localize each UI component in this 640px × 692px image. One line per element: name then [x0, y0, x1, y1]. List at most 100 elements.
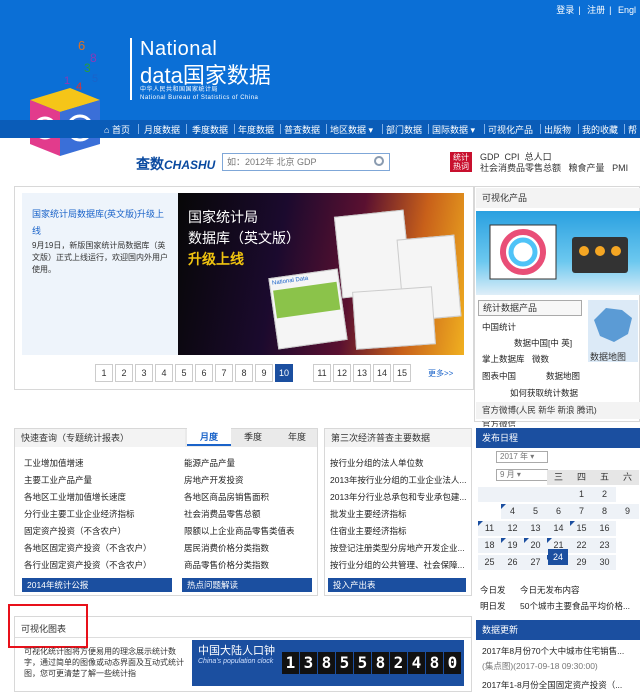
- nav-monthly[interactable]: 月度数据: [144, 123, 180, 136]
- product-link[interactable]: 如何获取统计数据: [510, 387, 578, 399]
- page-button[interactable]: 14: [373, 364, 391, 382]
- search-icon[interactable]: [374, 156, 384, 166]
- calendar-day[interactable]: 23: [593, 538, 616, 553]
- nav-international[interactable]: 国际数据 ▾: [432, 123, 475, 136]
- nav-annual[interactable]: 年度数据: [238, 123, 274, 136]
- product-link[interactable]: 图表中国: [482, 370, 516, 382]
- product-link[interactable]: 微数: [532, 353, 549, 365]
- calendar-day[interactable]: 7: [570, 504, 593, 519]
- viz-products-image[interactable]: [476, 211, 640, 295]
- hot-word[interactable]: 粮食产量: [569, 163, 605, 173]
- calendar-day-marked[interactable]: 11: [478, 521, 501, 536]
- list-item[interactable]: 固定资产投资（不含农户）: [24, 525, 174, 537]
- tab-monthly[interactable]: 月度: [187, 428, 231, 446]
- page-button[interactable]: 5: [175, 364, 193, 382]
- banner-title[interactable]: 国家统计局数据库(英文版)升级上线: [32, 206, 168, 240]
- list-item[interactable]: 2013年分行业总承包和专业承包建...: [330, 491, 468, 503]
- nav-regional[interactable]: 地区数据 ▾: [330, 123, 373, 136]
- page-button[interactable]: 12: [333, 364, 351, 382]
- calendar-day[interactable]: 14: [547, 521, 570, 536]
- list-item[interactable]: 房地产开发投资: [184, 474, 314, 486]
- calendar-day[interactable]: 25: [478, 555, 501, 570]
- calendar-day[interactable]: 29: [570, 555, 593, 570]
- wechat-link[interactable]: 官方微信: [482, 421, 516, 427]
- nav-publications[interactable]: 出版物: [544, 123, 571, 136]
- page-button[interactable]: 9: [255, 364, 273, 382]
- page-button[interactable]: 15: [393, 364, 411, 382]
- nav-department[interactable]: 部门数据: [386, 123, 422, 136]
- list-item[interactable]: 工业增加值增速: [24, 457, 174, 469]
- list-item[interactable]: 社会消费品零售总额: [184, 508, 314, 520]
- nav-census[interactable]: 普查数据: [284, 123, 320, 136]
- list-item[interactable]: 居民消费价格分类指数: [184, 542, 314, 554]
- calendar-day[interactable]: 6: [547, 504, 570, 519]
- list-item[interactable]: 能源产品产量: [184, 457, 314, 469]
- page-button[interactable]: 11: [313, 364, 331, 382]
- list-item[interactable]: 各地区固定资产投资（不含农户）: [24, 542, 174, 554]
- tab-annual[interactable]: 年度: [275, 428, 319, 446]
- list-item[interactable]: 按行业分组的法人单位数: [330, 457, 468, 469]
- update-item[interactable]: 2017年8月份70个大中城市住宅销售...: [482, 645, 638, 657]
- list-item[interactable]: 各地区商品房销售面积: [184, 491, 314, 503]
- hot-word[interactable]: GDP: [480, 152, 500, 162]
- page-button[interactable]: 6: [195, 364, 213, 382]
- nav-visualization[interactable]: 可视化产品: [488, 123, 533, 136]
- nav-quarterly[interactable]: 季度数据: [192, 123, 228, 136]
- weibo-links[interactable]: 官方微博(人民 新华 新浪 腾讯): [476, 402, 640, 419]
- list-item[interactable]: 限额以上企业商品零售类值表: [184, 525, 314, 537]
- data-map-image[interactable]: 数据地图: [588, 300, 638, 362]
- hot-word[interactable]: 社会消费品零售总额: [480, 163, 561, 173]
- calendar-day-marked[interactable]: 4: [501, 504, 524, 519]
- calendar-day[interactable]: 12: [501, 521, 524, 536]
- search-input[interactable]: [222, 153, 390, 171]
- hot-word[interactable]: 总人口: [525, 152, 552, 162]
- register-link[interactable]: 注册: [587, 5, 605, 15]
- month-select[interactable]: 9 月 ▾: [496, 469, 548, 481]
- list-item[interactable]: 住宿业主要经济指标: [330, 525, 468, 537]
- list-item[interactable]: 按登记注册类型分房地产开发企业...: [330, 542, 468, 554]
- update-item[interactable]: 2017年1-8月份全国固定资产投资（...: [482, 679, 638, 691]
- calendar-day[interactable]: 22: [570, 538, 593, 553]
- banner-more-link[interactable]: 更多>>: [428, 368, 453, 379]
- tomorrow-releases[interactable]: 50个城市主要食品平均价格...: [520, 600, 638, 612]
- page-button[interactable]: 7: [215, 364, 233, 382]
- english-link[interactable]: Engl: [618, 5, 636, 15]
- calendar-day-marked[interactable]: 19: [501, 538, 524, 553]
- banner-image[interactable]: 国家统计局 数据库（英文版） 升级上线 National Data: [178, 193, 464, 355]
- product-link[interactable]: 数据中国[中 英]: [514, 337, 572, 349]
- tab-quarterly[interactable]: 季度: [231, 428, 275, 446]
- hot-word[interactable]: CPI: [505, 152, 520, 162]
- hot-topics-link[interactable]: 热点问题解读: [182, 578, 312, 592]
- list-item[interactable]: 各行业固定资产投资（不含农户）: [24, 559, 174, 571]
- list-item[interactable]: 各地区工业增加值增长速度: [24, 491, 174, 503]
- annual-bulletin-link[interactable]: 2014年统计公报: [22, 578, 172, 592]
- list-item[interactable]: 商品零售价格分类指数: [184, 559, 314, 571]
- page-button[interactable]: 8: [235, 364, 253, 382]
- hot-word[interactable]: PMI: [612, 163, 628, 173]
- product-link[interactable]: 中国统计: [482, 321, 516, 333]
- calendar-day[interactable]: 2: [593, 487, 616, 502]
- calendar-day[interactable]: 5: [524, 504, 547, 519]
- calendar-day[interactable]: 30: [593, 555, 616, 570]
- page-button[interactable]: 4: [155, 364, 173, 382]
- nav-favorites[interactable]: 我的收藏: [582, 123, 618, 136]
- product-link[interactable]: 数据地图: [546, 370, 580, 382]
- page-button[interactable]: 2: [115, 364, 133, 382]
- nav-help[interactable]: 帮: [628, 123, 637, 136]
- page-button-active[interactable]: 10: [275, 364, 293, 382]
- list-item[interactable]: 批发业主要经济指标: [330, 508, 468, 520]
- calendar-day[interactable]: 18: [478, 538, 501, 553]
- input-output-link[interactable]: 投入产出表: [328, 578, 466, 592]
- calendar-day[interactable]: 1: [570, 487, 593, 502]
- calendar-day[interactable]: 8: [593, 504, 616, 519]
- product-link[interactable]: 掌上数据库: [482, 353, 525, 365]
- calendar-day[interactable]: 16: [593, 521, 616, 536]
- calendar-day[interactable]: 27: [524, 555, 547, 570]
- today-releases[interactable]: 今日无发布内容: [520, 584, 638, 596]
- list-item[interactable]: 2013年按行业分组的工业企业法人...: [330, 474, 468, 486]
- nav-home[interactable]: ⌂ 首页: [104, 123, 130, 136]
- page-button[interactable]: 13: [353, 364, 371, 382]
- year-select[interactable]: 2017 年 ▾: [496, 451, 548, 463]
- list-item[interactable]: 主要工业产品产量: [24, 474, 174, 486]
- site-logo[interactable]: 6 8 3 5 4 1 2 9 0: [20, 20, 110, 160]
